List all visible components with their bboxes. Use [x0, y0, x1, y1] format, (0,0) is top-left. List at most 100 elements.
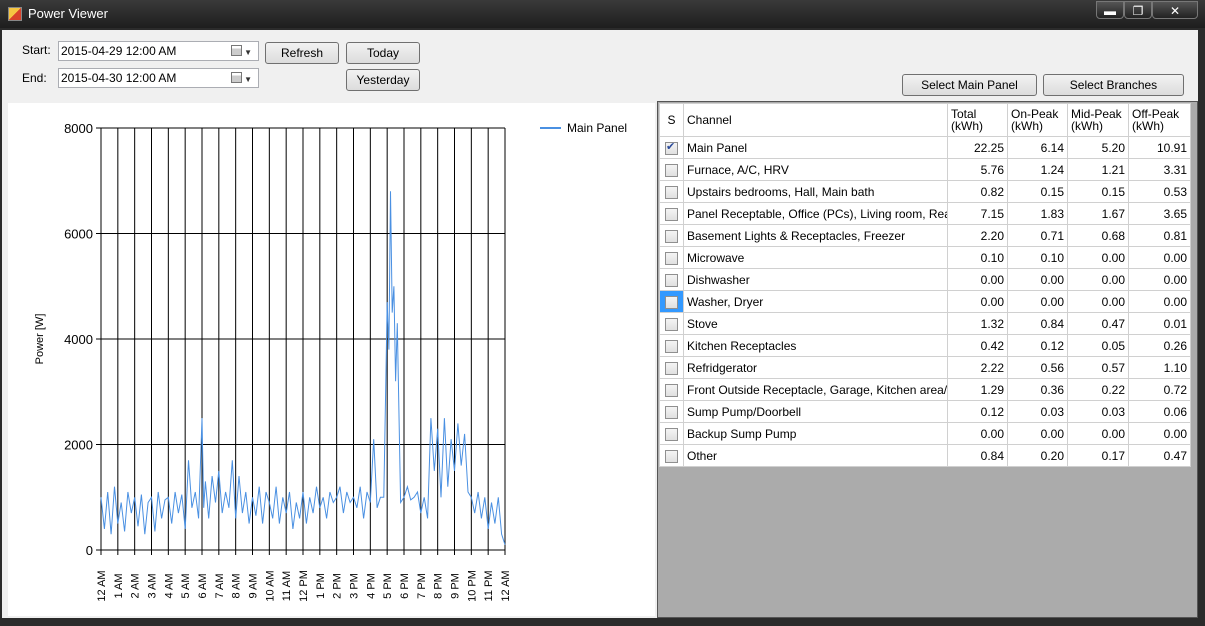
table-row[interactable]: Furnace, A/C, HRV 5.76 1.24 1.21 3.31 [659, 158, 1191, 181]
off-peak-cell[interactable]: 3.31 [1128, 158, 1191, 181]
total-cell[interactable]: 0.00 [947, 422, 1008, 445]
table-row[interactable]: Stove 1.32 0.84 0.47 0.01 [659, 312, 1191, 335]
channel-cell[interactable]: Panel Receptable, Office (PCs), Living r… [683, 202, 948, 225]
total-cell[interactable]: 1.32 [947, 312, 1008, 335]
table-row[interactable]: Microwave 0.10 0.10 0.00 0.00 [659, 246, 1191, 269]
table-row[interactable]: Panel Receptable, Office (PCs), Living r… [659, 202, 1191, 225]
total-cell[interactable]: 0.10 [947, 246, 1008, 269]
mid-peak-cell[interactable]: 1.67 [1067, 202, 1129, 225]
on-peak-cell[interactable]: 0.71 [1007, 224, 1068, 247]
table-row[interactable]: Refridgerator 2.22 0.56 0.57 1.10 [659, 356, 1191, 379]
channel-cell[interactable]: Microwave [683, 246, 948, 269]
row-checkbox[interactable] [665, 207, 678, 221]
row-checkbox[interactable] [665, 185, 678, 199]
today-button[interactable]: Today [346, 42, 420, 64]
table-row[interactable]: Sump Pump/Doorbell 0.12 0.03 0.03 0.06 [659, 400, 1191, 423]
row-checkbox-cell[interactable] [659, 422, 684, 445]
on-peak-cell[interactable]: 0.56 [1007, 356, 1068, 379]
select-main-panel-button[interactable]: Select Main Panel [902, 74, 1037, 96]
total-cell[interactable]: 22.25 [947, 136, 1008, 159]
off-peak-cell[interactable]: 0.53 [1128, 180, 1191, 203]
channel-cell[interactable]: Sump Pump/Doorbell [683, 400, 948, 423]
on-peak-cell[interactable]: 1.83 [1007, 202, 1068, 225]
row-checkbox[interactable] [665, 251, 678, 265]
row-checkbox-cell[interactable] [659, 312, 684, 335]
end-datetime-picker[interactable]: 2015-04-30 12:00 AM ▼ [58, 68, 259, 88]
on-peak-cell[interactable]: 0.00 [1007, 422, 1068, 445]
table-row[interactable]: Basement Lights & Receptacles, Freezer 2.… [659, 224, 1191, 247]
mid-peak-cell[interactable]: 0.17 [1067, 444, 1129, 467]
row-checkbox[interactable] [665, 317, 678, 331]
mid-peak-cell[interactable]: 1.21 [1067, 158, 1129, 181]
total-cell[interactable]: 1.29 [947, 378, 1008, 401]
header-off-peak[interactable]: Off-Peak (kWh) [1128, 103, 1191, 137]
on-peak-cell[interactable]: 0.36 [1007, 378, 1068, 401]
off-peak-cell[interactable]: 10.91 [1128, 136, 1191, 159]
row-checkbox-cell[interactable] [659, 356, 684, 379]
on-peak-cell[interactable]: 0.10 [1007, 246, 1068, 269]
mid-peak-cell[interactable]: 5.20 [1067, 136, 1129, 159]
on-peak-cell[interactable]: 0.20 [1007, 444, 1068, 467]
row-checkbox[interactable] [665, 273, 678, 287]
row-checkbox[interactable] [665, 383, 678, 397]
calendar-icon[interactable] [231, 45, 242, 56]
dropdown-arrow-icon[interactable]: ▼ [244, 71, 252, 89]
channel-cell[interactable]: Dishwasher [683, 268, 948, 291]
row-checkbox-cell[interactable] [659, 378, 684, 401]
minimize-button[interactable]: ▬ [1096, 1, 1124, 19]
row-checkbox[interactable] [665, 295, 678, 309]
row-checkbox[interactable] [665, 427, 678, 441]
table-row[interactable]: Other 0.84 0.20 0.17 0.47 [659, 444, 1191, 467]
row-checkbox-cell[interactable] [659, 158, 684, 181]
table-row[interactable]: Main Panel22.256.145.2010.91 [659, 136, 1191, 159]
mid-peak-cell[interactable]: 0.47 [1067, 312, 1129, 335]
on-peak-cell[interactable]: 0.84 [1007, 312, 1068, 335]
on-peak-cell[interactable]: 1.24 [1007, 158, 1068, 181]
header-channel[interactable]: Channel [683, 103, 948, 137]
row-checkbox[interactable] [665, 361, 678, 375]
calendar-icon[interactable] [231, 72, 242, 83]
header-select[interactable]: S [659, 103, 684, 137]
mid-peak-cell[interactable]: 0.03 [1067, 400, 1129, 423]
on-peak-cell[interactable]: 0.00 [1007, 268, 1068, 291]
dropdown-arrow-icon[interactable]: ▼ [244, 44, 252, 62]
channel-cell[interactable]: Washer, Dryer [683, 290, 948, 313]
off-peak-cell[interactable]: 0.26 [1128, 334, 1191, 357]
table-row[interactable]: Washer, Dryer 0.00 0.00 0.00 0.00 [659, 290, 1191, 313]
total-cell[interactable]: 0.42 [947, 334, 1008, 357]
channel-cell[interactable]: Basement Lights & Receptacles, Freezer [683, 224, 948, 247]
row-checkbox-cell[interactable] [659, 180, 684, 203]
row-checkbox-cell[interactable] [659, 136, 684, 159]
channel-cell[interactable]: Front Outside Receptacle, Garage, Kitche… [683, 378, 948, 401]
channel-cell[interactable]: Refridgerator [683, 356, 948, 379]
title-bar[interactable]: Power Viewer ▬ ❐ ✕ [0, 0, 1205, 28]
off-peak-cell[interactable]: 0.00 [1128, 422, 1191, 445]
table-row[interactable]: Upstairs bedrooms, Hall, Main bath 0.82 0.… [659, 180, 1191, 203]
off-peak-cell[interactable]: 0.00 [1128, 268, 1191, 291]
row-checkbox-cell[interactable] [659, 202, 684, 225]
on-peak-cell[interactable]: 0.15 [1007, 180, 1068, 203]
channel-cell[interactable]: Kitchen Receptacles [683, 334, 948, 357]
total-cell[interactable]: 0.84 [947, 444, 1008, 467]
off-peak-cell[interactable]: 0.81 [1128, 224, 1191, 247]
channel-cell[interactable]: Furnace, A/C, HRV [683, 158, 948, 181]
header-mid-peak[interactable]: Mid-Peak (kWh) [1067, 103, 1129, 137]
row-checkbox-cell[interactable] [659, 246, 684, 269]
mid-peak-cell[interactable]: 0.00 [1067, 422, 1129, 445]
on-peak-cell[interactable]: 0.12 [1007, 334, 1068, 357]
on-peak-cell[interactable]: 6.14 [1007, 136, 1068, 159]
maximize-button[interactable]: ❐ [1124, 1, 1152, 19]
off-peak-cell[interactable]: 0.00 [1128, 246, 1191, 269]
off-peak-cell[interactable]: 0.01 [1128, 312, 1191, 335]
mid-peak-cell[interactable]: 0.68 [1067, 224, 1129, 247]
yesterday-button[interactable]: Yesterday [346, 69, 420, 91]
channel-cell[interactable]: Main Panel [683, 136, 948, 159]
row-checkbox-cell[interactable] [659, 224, 684, 247]
close-button[interactable]: ✕ [1152, 1, 1198, 19]
total-cell[interactable]: 0.00 [947, 290, 1008, 313]
off-peak-cell[interactable]: 0.06 [1128, 400, 1191, 423]
table-row[interactable]: Front Outside Receptacle, Garage, Kitche… [659, 378, 1191, 401]
mid-peak-cell[interactable]: 0.57 [1067, 356, 1129, 379]
mid-peak-cell[interactable]: 0.05 [1067, 334, 1129, 357]
mid-peak-cell[interactable]: 0.00 [1067, 246, 1129, 269]
